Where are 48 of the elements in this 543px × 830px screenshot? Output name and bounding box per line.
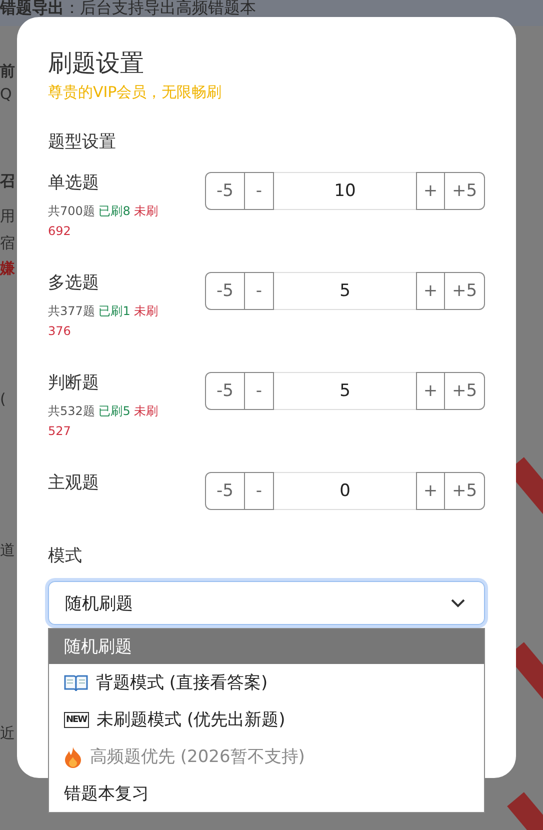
increment-button[interactable]: +5 <box>445 172 485 210</box>
vip-subtitle: 尊贵的VIP会员，无限畅刷 <box>48 83 223 102</box>
book-icon <box>64 674 88 692</box>
chevron-down-icon <box>450 598 466 608</box>
dropdown-option[interactable]: NEW 未刷题模式 (优先出新题) <box>49 701 484 738</box>
decrement-button[interactable]: - <box>245 372 274 410</box>
dropdown-option[interactable]: 错题本复习 <box>49 775 484 812</box>
background-text: 近 <box>0 726 16 741</box>
increment-button[interactable]: + <box>416 172 445 210</box>
type-label: 单选题 <box>48 172 100 195</box>
decrement-button[interactable]: -5 <box>205 172 245 210</box>
background-text: ( <box>0 392 7 407</box>
background-text: 用 <box>0 209 16 224</box>
section-heading: 题型设置 <box>48 131 117 153</box>
background-text: 前 <box>0 64 16 79</box>
type-label: 主观题 <box>48 472 100 495</box>
decrement-button[interactable]: - <box>245 272 274 310</box>
count-field[interactable]: 5 <box>274 272 416 310</box>
count-field[interactable]: 10 <box>274 172 416 210</box>
background-text: 道 <box>0 543 16 558</box>
mode-label: 模式 <box>48 545 83 567</box>
type-label: 判断题 <box>48 372 100 395</box>
increment-button[interactable]: + <box>416 272 445 310</box>
increment-button[interactable]: +5 <box>445 472 485 510</box>
increment-button[interactable]: +5 <box>445 372 485 410</box>
dropdown-option[interactable]: 背题模式 (直接看答案) <box>49 664 484 701</box>
count-field[interactable]: 0 <box>274 472 416 510</box>
question-stats: 共700题 已刷8 未刷692 <box>48 203 160 240</box>
decrement-button[interactable]: -5 <box>205 372 245 410</box>
increment-button[interactable]: +5 <box>445 272 485 310</box>
background-text: Q <box>0 87 13 102</box>
question-stats: 共377题 已刷1 未刷376 <box>48 303 160 340</box>
increment-button[interactable]: + <box>416 372 445 410</box>
decrement-button[interactable]: -5 <box>205 272 245 310</box>
flame-icon <box>64 746 82 768</box>
count-field[interactable]: 5 <box>274 372 416 410</box>
dropdown-option[interactable]: 随机刷题 <box>49 629 484 664</box>
new-badge: NEW <box>64 712 89 728</box>
decrement-button[interactable]: -5 <box>205 472 245 510</box>
background-text: 宿 <box>0 236 16 251</box>
decrement-button[interactable]: - <box>245 172 274 210</box>
question-stats: 共532题 已刷5 未刷527 <box>48 403 160 440</box>
decrement-button[interactable]: - <box>245 472 274 510</box>
type-label: 多选题 <box>48 272 100 295</box>
dialog-title: 刷题设置 <box>48 48 145 79</box>
background-text: 召 <box>0 174 16 189</box>
mode-select[interactable]: 随机刷题 <box>48 581 485 625</box>
increment-button[interactable]: + <box>416 472 445 510</box>
